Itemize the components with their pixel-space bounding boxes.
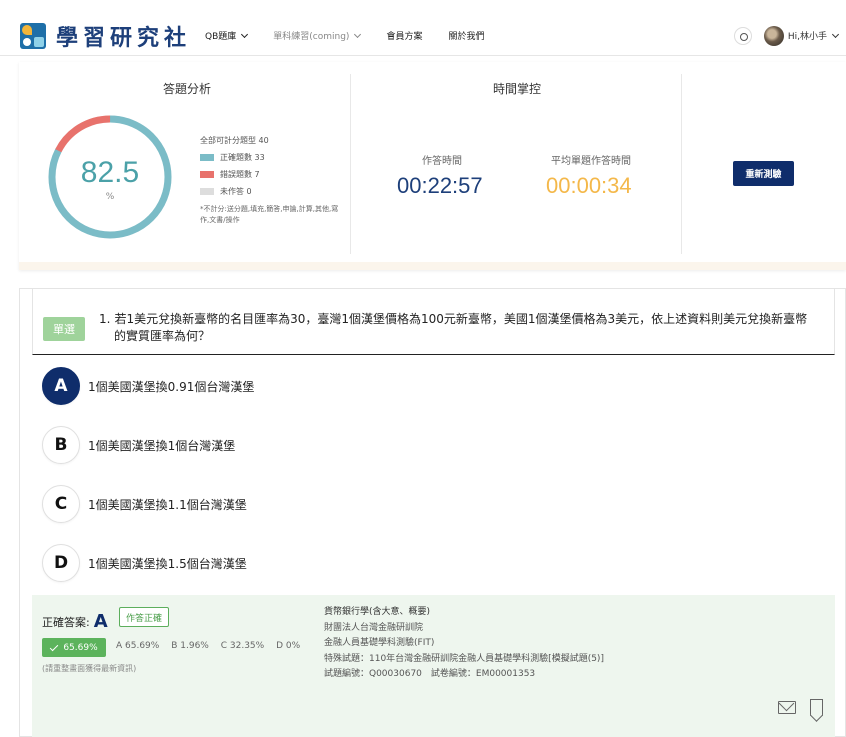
elapsed-time-value: 00:22:57 bbox=[397, 173, 483, 198]
question-card: 單選 1. 若1美元兌換新臺幣的名目匯率為30，臺灣1個漢堡價格為100元新臺幣，… bbox=[19, 288, 846, 737]
question-text-line2: 的實質匯率為何？ bbox=[114, 329, 211, 343]
answer-distribution: A 65.69% B 1.96% C 32.35% D 0% bbox=[116, 641, 309, 651]
avg-time-value: 00:00:34 bbox=[546, 173, 632, 198]
correct-rate-badge: 65.69% bbox=[42, 638, 106, 657]
option-b[interactable]: B 1個美國漢堡換1個台灣漢堡 bbox=[42, 426, 235, 464]
question-type-badge: 單選 bbox=[43, 317, 85, 341]
correct-answer-letter: A bbox=[93, 611, 108, 632]
nav-item-label: QB題庫 bbox=[205, 32, 237, 42]
question-text-line1: 若1美元兌換新臺幣的名目匯率為30，臺灣1個漢堡價格為100元新臺幣，美國1個漢… bbox=[114, 312, 808, 326]
question-text: 1. 若1美元兌換新臺幣的名目匯率為30，臺灣1個漢堡價格為100元新臺幣，美國1… bbox=[99, 311, 829, 345]
distribution-c: C 32.35% bbox=[220, 641, 265, 651]
score-value: 82.5 bbox=[80, 156, 140, 189]
logo-text: 學習研究社 bbox=[56, 24, 192, 51]
option-letter[interactable]: C bbox=[42, 485, 80, 523]
logo-mark-icon bbox=[20, 22, 46, 49]
correct-answer-label: 正確答案: bbox=[42, 615, 90, 629]
distribution-d: D 0% bbox=[276, 641, 301, 651]
legend-wrong: 錯誤題數 7 bbox=[200, 166, 269, 183]
nav-item-membership[interactable]: 會員方案 bbox=[386, 29, 422, 42]
score-unit: % bbox=[105, 192, 115, 202]
question-header: 單選 1. 若1美元兌換新臺幣的名目匯率為30，臺灣1個漢堡價格為100元新臺幣，… bbox=[32, 289, 835, 355]
nav-item-about[interactable]: 關於我們 bbox=[448, 29, 484, 42]
elapsed-time-label: 作答時間 bbox=[422, 156, 462, 167]
meta-exam: 金融人員基礎學科測驗(FIT) bbox=[324, 638, 435, 648]
chevron-down-icon[interactable] bbox=[831, 30, 840, 38]
site-logo[interactable]: 學習研究社 bbox=[20, 20, 191, 52]
meta-special: 特殊試題：110年台灣金融研訓院金融人員基礎學科測驗[模擬試題(5)] bbox=[324, 653, 604, 664]
correct-rate-value: 65.69% bbox=[63, 642, 98, 653]
question-number: 1. bbox=[99, 312, 111, 326]
nav-item-label: 會員方案 bbox=[386, 32, 423, 42]
legend-total: 全部可計分題型 40 bbox=[200, 132, 269, 149]
nav-item-qb[interactable]: QB題庫 bbox=[205, 29, 249, 42]
chevron-down-icon bbox=[354, 30, 362, 38]
legend-correct: 正確題數 33 bbox=[200, 149, 269, 166]
distribution-a: A 65.69% bbox=[116, 641, 160, 651]
option-letter[interactable]: D bbox=[42, 544, 80, 582]
legend-correct-label: 正確題數 33 bbox=[220, 153, 265, 162]
option-d[interactable]: D 1個美國漢堡換1.5個台灣漢堡 bbox=[42, 544, 247, 582]
legend-unanswered-label: 未作答 0 bbox=[220, 187, 252, 196]
option-letter[interactable]: A bbox=[42, 367, 80, 405]
distribution-b: B 1.96% bbox=[171, 641, 209, 651]
check-icon bbox=[50, 642, 59, 651]
nav-item-label: 單科練習(coming) bbox=[273, 32, 350, 42]
question-meta: 貨幣銀行學(含大意、概要) 財團法人台灣金融研訓院 金融人員基礎學科測驗(FIT… bbox=[324, 605, 604, 683]
meta-org: 財團法人台灣金融研訓院 bbox=[324, 622, 424, 633]
legend-wrong-swatch bbox=[200, 171, 214, 178]
option-text: 1個美國漢堡換0.91個台灣漢堡 bbox=[88, 379, 255, 394]
answer-panel: 正確答案: A 作答正確 65.69% A 65.69% B 1.96% C 3… bbox=[32, 595, 835, 737]
chevron-down-icon bbox=[241, 30, 249, 38]
panel-divider bbox=[681, 74, 682, 254]
result-summary-panel: 答題分析 82.5 % 全部可計分題型 40 正確題數 33 錯誤題數 7 未作… bbox=[19, 62, 846, 270]
refresh-note: (請重整畫面獲得最新資訊) bbox=[42, 664, 137, 673]
option-text: 1個美國漢堡換1.1個台灣漢堡 bbox=[88, 497, 247, 512]
time-title: 時間掌控 bbox=[493, 82, 542, 96]
main-nav: QB題庫 單科練習(coming) 會員方案 關於我們 bbox=[205, 29, 510, 42]
top-navbar: 學習研究社 QB題庫 單科練習(coming) 會員方案 關於我們 Hi,林小手 bbox=[0, 16, 846, 56]
nav-item-single-subject[interactable]: 單科練習(coming) bbox=[273, 29, 362, 42]
user-greeting[interactable]: Hi,林小手 bbox=[788, 29, 827, 42]
option-letter[interactable]: B bbox=[42, 426, 80, 464]
panel-divider bbox=[350, 74, 351, 254]
meta-subject: 貨幣銀行學(含大意、概要) bbox=[324, 607, 431, 617]
mail-icon[interactable] bbox=[778, 701, 796, 714]
analysis-title: 答題分析 bbox=[163, 82, 212, 96]
legend-note: *不計分:送分題,填充,簡答,申論,計算,其他,寫作,文書/操作 bbox=[200, 205, 339, 224]
legend-wrong-label: 錯誤題數 7 bbox=[220, 170, 260, 179]
score-legend: 全部可計分題型 40 正確題數 33 錯誤題數 7 未作答 0 bbox=[200, 132, 269, 200]
avatar[interactable] bbox=[763, 25, 784, 46]
legend-unanswered-swatch bbox=[200, 188, 214, 195]
retest-button[interactable]: 重新測驗 bbox=[733, 161, 794, 186]
meta-ids: 試題編號：Q00030670 試卷編號：EM00001353 bbox=[324, 669, 536, 679]
legend-total-label: 全部可計分題型 40 bbox=[200, 136, 269, 145]
answer-status-badge: 作答正確 bbox=[119, 607, 170, 627]
legend-unanswered: 未作答 0 bbox=[200, 183, 269, 200]
bookmark-icon[interactable] bbox=[810, 699, 823, 716]
nav-item-label: 關於我們 bbox=[448, 32, 485, 42]
avg-time-label: 平均單題作答時間 bbox=[551, 156, 631, 167]
option-text: 1個美國漢堡換1個台灣漢堡 bbox=[88, 438, 236, 453]
correct-answer: 正確答案: A bbox=[42, 611, 108, 632]
option-a[interactable]: A 1個美國漢堡換0.91個台灣漢堡 bbox=[42, 367, 254, 405]
option-c[interactable]: C 1個美國漢堡換1.1個台灣漢堡 bbox=[42, 485, 247, 523]
option-text: 1個美國漢堡換1.5個台灣漢堡 bbox=[88, 556, 247, 571]
header-user-area: Hi,林小手 bbox=[733, 25, 840, 46]
legend-correct-swatch bbox=[200, 154, 214, 161]
search-icon[interactable] bbox=[733, 26, 752, 45]
